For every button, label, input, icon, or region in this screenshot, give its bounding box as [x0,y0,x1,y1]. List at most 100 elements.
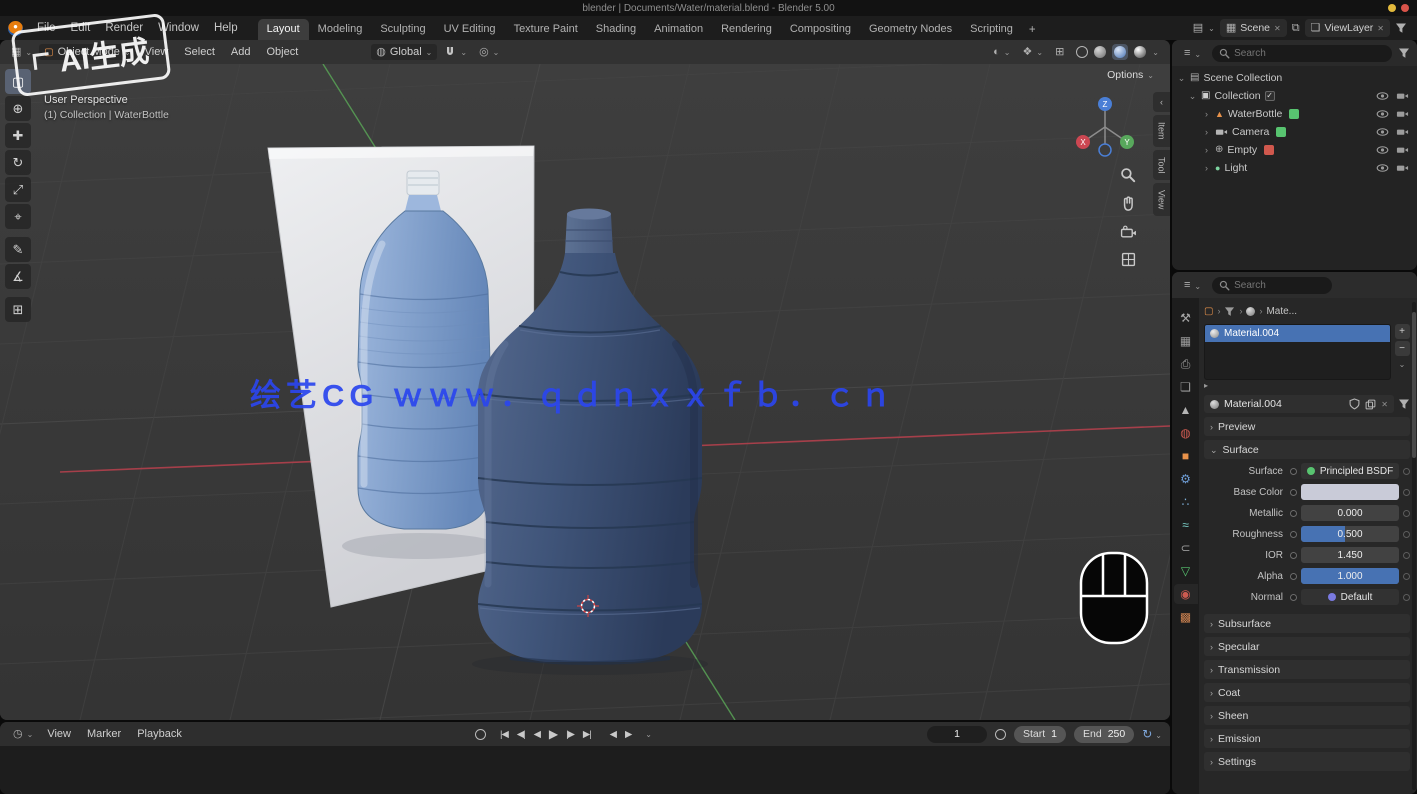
viewport-menu-add[interactable]: Add [224,44,258,60]
base-color-swatch[interactable] [1301,484,1399,500]
frame-back-button[interactable]: ◀ [607,727,619,742]
unlink-icon[interactable] [1381,398,1388,410]
properties-search-input[interactable] [1212,277,1332,294]
gizmos-toggle[interactable]: ◐ [988,44,1015,60]
outliner-row-empty[interactable]: ⊕ Empty [1172,141,1417,159]
tab-scripting[interactable]: Scripting [961,19,1022,40]
sidebar-tab-item[interactable]: Item [1153,115,1170,147]
tool-add-cube[interactable]: ⊞ [5,297,31,322]
render-visibility-icon[interactable] [1396,109,1409,119]
viewport-canvas[interactable]: ▢ ⊕ ✚ ↻ ⤢ ⌖ ✎ ∡ ⊞ User Perspective (1) C… [0,64,1170,720]
breadcrumb-object-icon[interactable]: ▢ [1204,306,1213,317]
shading-dropdown-arrow[interactable] [1152,46,1159,58]
jump-to-end-button[interactable]: ▶| [580,727,594,742]
close-button[interactable] [1401,4,1409,12]
frame-forward-button[interactable]: ▶ [622,727,634,742]
tab-geometry-nodes[interactable]: Geometry Nodes [860,19,961,40]
prev-keyframe-button[interactable]: ◀| [514,727,528,742]
sidebar-expand-arrow[interactable]: ‹ [1153,92,1170,112]
material-slot-list[interactable]: Material.004 [1204,324,1391,380]
settings-section-header[interactable]: Settings [1204,752,1410,771]
animate-dot[interactable] [1403,489,1410,496]
add-workspace-button[interactable]: + [1022,20,1043,40]
animate-dot[interactable] [1403,531,1410,538]
surface-section-header[interactable]: Surface [1204,440,1410,459]
ior-slider[interactable]: 1.450 [1301,547,1399,563]
timeline-menu-marker[interactable]: Marker [80,726,128,742]
expand-icon[interactable] [1177,72,1186,84]
timeline-editor-type-selector[interactable]: ◷ [8,726,38,742]
window-controls[interactable] [1388,4,1409,12]
outliner-row-collection[interactable]: ▣ Collection ✓ [1172,87,1417,105]
start-frame-field[interactable]: Start 1 [1014,726,1066,743]
roughness-slider[interactable]: 0.500 [1301,526,1399,542]
tab-object-data[interactable]: ▽ [1174,561,1198,581]
keying-set-icon[interactable] [995,729,1006,740]
collection-checkbox[interactable]: ✓ [1265,91,1275,101]
hide-eye-icon[interactable] [1376,163,1389,173]
viewlayer-selector[interactable]: ❏ ViewLayer [1305,19,1390,37]
nodes-filter-icon[interactable] [1398,398,1410,410]
add-slot-button[interactable]: + [1395,324,1410,339]
viewport-menu-select[interactable]: Select [177,44,222,60]
jump-to-start-button[interactable]: |◀ [497,727,511,742]
screens-dropdown-arrow[interactable] [1208,22,1215,34]
timeline-track-area[interactable] [0,746,1170,794]
animate-dot[interactable] [1403,594,1410,601]
tab-view-layer[interactable]: ❏ [1174,377,1198,397]
hide-eye-icon[interactable] [1376,109,1389,119]
shading-wireframe-icon[interactable] [1076,46,1088,58]
animate-dot[interactable] [1403,468,1410,475]
tab-tool[interactable]: ⚒ [1174,308,1198,328]
outliner-filter-icon[interactable] [1398,47,1410,59]
timeline-menu-view[interactable]: View [40,726,78,742]
outliner-row-camera[interactable]: Camera [1172,123,1417,141]
orthographic-toggle-button[interactable] [1117,248,1139,270]
outliner-row-light[interactable]: ● Light [1172,159,1417,177]
tab-sculpting[interactable]: Sculpting [371,19,434,40]
hide-eye-icon[interactable] [1376,127,1389,137]
transform-orientation-dropdown[interactable]: ◍ Global [371,44,437,60]
slot-expand-arrow[interactable] [1204,379,1208,391]
expand-icon[interactable] [1202,108,1211,120]
timeline-menu-playback[interactable]: Playback [130,726,189,742]
duplicate-icon[interactable] [1365,399,1376,410]
animate-dot[interactable] [1403,510,1410,517]
tab-constraints[interactable]: ⊂ [1174,538,1198,558]
tab-render[interactable]: ▦ [1174,331,1198,351]
subsurface-section-header[interactable]: Subsurface [1204,614,1410,633]
transmission-section-header[interactable]: Transmission [1204,660,1410,679]
play-button[interactable]: ▶ [546,725,560,743]
tool-measure[interactable]: ∡ [5,264,31,289]
render-visibility-icon[interactable] [1396,127,1409,137]
play-reverse-button[interactable]: ◀ [531,727,543,742]
hide-eye-icon[interactable] [1376,145,1389,155]
scene-selector[interactable]: ▦ Scene [1220,19,1287,37]
sidebar-tab-view[interactable]: View [1153,183,1170,216]
pan-button[interactable] [1117,192,1139,214]
overlays-toggle[interactable]: ❖ [1018,44,1049,60]
tab-particles[interactable]: ∴ [1174,492,1198,512]
new-scene-icon[interactable]: ⧉ [1292,23,1300,34]
render-visibility-icon[interactable] [1396,163,1409,173]
expand-icon[interactable] [1202,126,1211,138]
outliner-row-waterbottle[interactable]: ▲ WaterBottle [1172,105,1417,123]
tab-layout[interactable]: Layout [258,19,309,40]
tool-rotate[interactable]: ↻ [5,150,31,175]
viewlayer-unlink-icon[interactable] [1377,22,1384,34]
expand-icon[interactable] [1202,162,1211,174]
sheen-section-header[interactable]: Sheen [1204,706,1410,725]
expand-icon[interactable] [1202,144,1211,156]
normal-input-button[interactable]: Default [1301,589,1399,605]
tab-shading[interactable]: Shading [587,19,645,40]
slot-specials-arrow[interactable] [1399,358,1406,370]
shading-rendered-icon[interactable] [1134,46,1146,58]
tab-modeling[interactable]: Modeling [309,19,372,40]
end-frame-field[interactable]: End 250 [1074,726,1134,743]
render-visibility-icon[interactable] [1396,145,1409,155]
tab-output[interactable]: ⎙ [1174,354,1198,374]
tool-annotate[interactable]: ✎ [5,237,31,262]
tab-material[interactable]: ◉ [1174,584,1198,604]
proportional-editing-toggle[interactable]: ◎ [474,44,504,60]
shader-select-button[interactable]: Principled BSDF [1301,463,1399,479]
